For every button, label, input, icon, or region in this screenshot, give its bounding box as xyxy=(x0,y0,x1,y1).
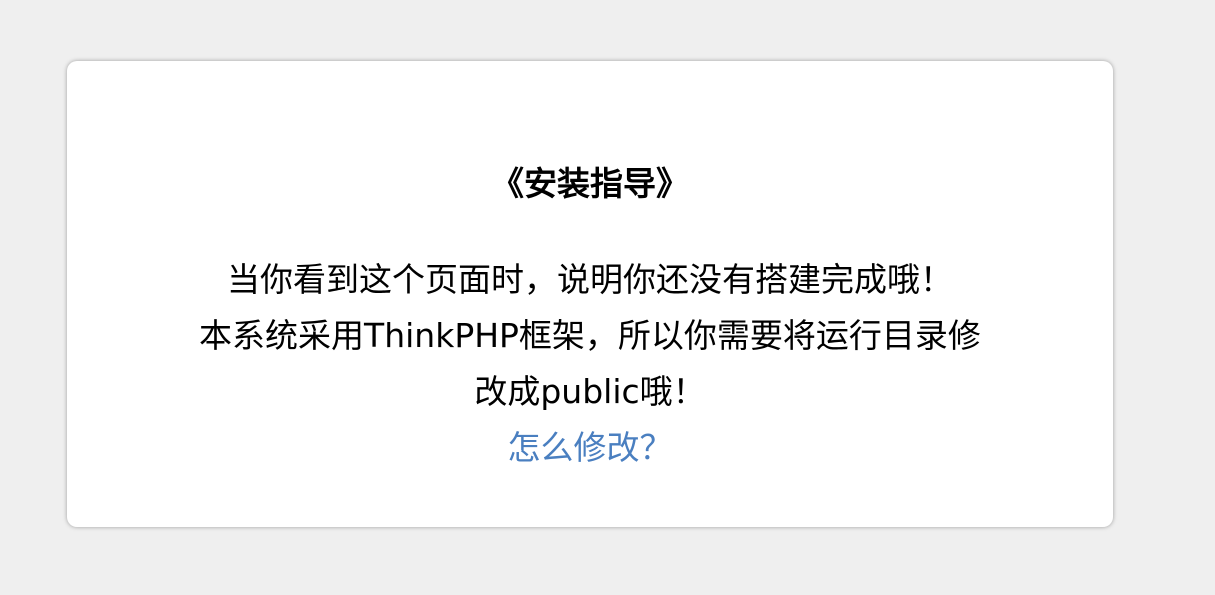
install-guide-card: 《安装指导》 当你看到这个页面时，说明你还没有搭建完成哦！ 本系统采用Think… xyxy=(67,61,1113,527)
message-line-1: 当你看到这个页面时，说明你还没有搭建完成哦！ xyxy=(227,260,953,299)
message-line-2: 本系统采用ThinkPHP框架，所以你需要将运行目录修 xyxy=(199,316,981,355)
how-to-modify-link[interactable]: 怎么修改？ xyxy=(508,428,673,467)
message-line-3: 改成public哦！ xyxy=(474,372,706,411)
page-title: 《安装指导》 xyxy=(491,164,689,203)
help-link-container: 怎么修改？ xyxy=(67,426,1113,470)
